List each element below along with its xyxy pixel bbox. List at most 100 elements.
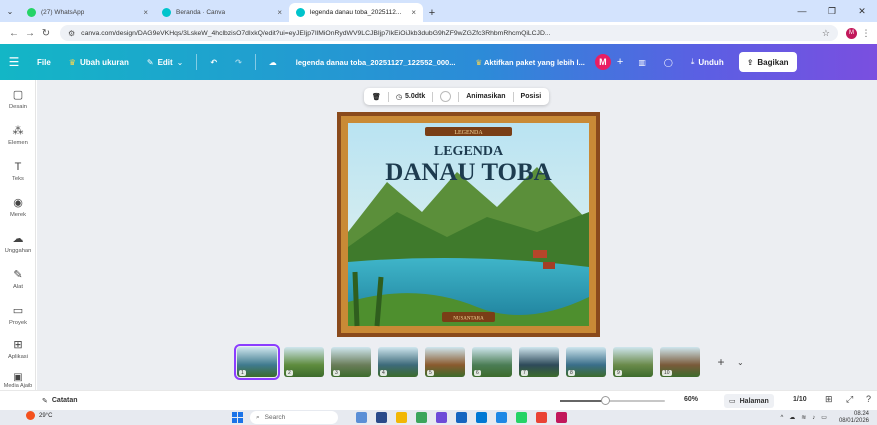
file-explorer-icon[interactable] — [396, 412, 407, 423]
tab-search-icon[interactable]: ⌄ — [0, 0, 20, 22]
chevron-up-icon[interactable]: ^ — [780, 415, 783, 421]
design-artboard[interactable]: LEGENDA LEGENDA DANAU TOBA NUSANTARA — [337, 112, 600, 337]
page-thumbnail[interactable]: 10 — [660, 347, 700, 377]
page-thumbnail[interactable]: 1 — [234, 344, 280, 380]
app-icon[interactable] — [436, 412, 447, 423]
page-thumbnail[interactable]: 8 — [566, 347, 606, 377]
close-tab-icon[interactable]: × — [137, 8, 148, 17]
cloud-icon[interactable]: ☁ — [789, 414, 795, 421]
tab-beranda-canva[interactable]: Beranda · Canva × — [155, 3, 289, 22]
clock[interactable]: 08.24 08/01/2026 — [833, 411, 869, 424]
app-icon[interactable] — [556, 412, 567, 423]
color-swatch-button[interactable] — [440, 91, 452, 102]
notes-button[interactable]: ✎ Catatan — [42, 397, 78, 405]
canva-icon — [296, 8, 305, 17]
page-number: 1 — [239, 370, 246, 376]
url-text[interactable]: canva.com/design/DAG9eVKHqs/3LskeW_4hclb… — [81, 30, 816, 37]
document-title[interactable]: legenda danau toba_20251127_122552_000..… — [286, 58, 466, 67]
share-button[interactable]: ⇪ Bagikan — [738, 52, 797, 72]
add-page-button[interactable]: + — [711, 352, 731, 372]
address-bar-row: ← → ↻ ⚙ canva.com/design/DAG9eVKHqs/3Lsk… — [0, 22, 877, 44]
app-icon[interactable] — [376, 412, 387, 423]
edge-icon[interactable] — [476, 412, 487, 423]
whatsapp-icon[interactable] — [516, 412, 527, 423]
clock-date: 08/01/2026 — [838, 417, 869, 424]
sidebar-item-elemen[interactable]: ⁂ Elemen — [0, 124, 36, 146]
undo-button[interactable]: ↶ — [201, 44, 226, 80]
page-thumbnail[interactable]: 3 — [331, 347, 371, 377]
download-label: Unduh — [698, 57, 724, 67]
sidebar-item-alat[interactable]: ✎ Alat — [0, 268, 36, 290]
url-omnibox[interactable]: ⚙ canva.com/design/DAG9eVKHqs/3LskeW_4hc… — [60, 25, 838, 41]
page-thumbnail[interactable]: 9 — [613, 347, 653, 377]
battery-icon[interactable]: ▭ — [821, 414, 827, 421]
upgrade-promo-button[interactable]: ♛ Aktifkan paket yang lebih l... — [465, 58, 594, 67]
page-thumbnail[interactable]: 5 — [425, 347, 465, 377]
edit-menu-button[interactable]: ✎ Edit ⌄ — [138, 44, 193, 80]
zoom-level[interactable]: 60% — [684, 396, 698, 403]
zoom-slider-handle[interactable] — [601, 396, 611, 405]
redo-button[interactable]: ↷ — [226, 44, 251, 80]
close-tab-icon[interactable]: × — [271, 8, 282, 17]
download-button[interactable]: ⤓ Unduh — [682, 44, 733, 80]
bookmark-star-icon[interactable]: ☆ — [822, 28, 830, 39]
text-icon: T — [14, 161, 22, 173]
chrome-icon[interactable] — [536, 412, 547, 423]
animate-button[interactable]: Animasikan — [466, 93, 505, 100]
fullscreen-icon[interactable]: ⤢ — [846, 394, 853, 405]
duration-button[interactable]: 5.0dtk — [405, 93, 425, 100]
insights-button[interactable]: ▥ — [629, 44, 655, 80]
taskbar-search[interactable]: ⌕ Search — [250, 411, 338, 424]
zoom-slider[interactable] — [560, 396, 665, 405]
sidebar-item-teks[interactable]: T Teks — [0, 160, 36, 182]
grid-view-icon[interactable]: ⊞ — [825, 394, 833, 405]
position-button[interactable]: Posisi — [521, 93, 542, 100]
file-menu-button[interactable]: File — [28, 44, 60, 80]
close-window-icon[interactable]: ✕ — [847, 0, 877, 22]
pages-view-button[interactable]: ▭ Halaman — [724, 394, 774, 408]
menu-icon[interactable]: ☰ — [0, 55, 28, 69]
reload-icon[interactable]: ↻ — [38, 28, 54, 39]
page-thumbnail[interactable]: 6 — [472, 347, 512, 377]
site-info-icon[interactable]: ⚙ — [68, 29, 75, 38]
windows-start-icon[interactable] — [232, 412, 243, 423]
resize-button[interactable]: ♛ Ubah ukuran — [60, 44, 138, 80]
forward-icon[interactable]: → — [22, 28, 38, 39]
minimize-icon[interactable]: — — [787, 0, 817, 22]
maximize-icon[interactable]: ❐ — [817, 0, 847, 22]
cloud-sync-button[interactable]: ☁ — [260, 44, 286, 80]
new-tab-button[interactable]: + — [423, 3, 441, 22]
comment-button[interactable]: ◯ — [655, 44, 682, 80]
back-icon[interactable]: ← — [6, 28, 22, 39]
app-icon[interactable] — [456, 412, 467, 423]
timer-icon[interactable]: ◷ — [396, 93, 402, 101]
promo-label: Aktifkan paket yang lebih l... — [484, 57, 585, 67]
page-thumbnail[interactable]: 2 — [284, 347, 324, 377]
help-icon[interactable]: ? — [866, 394, 871, 404]
wifi-icon[interactable]: ≋ — [801, 414, 806, 421]
app-icon[interactable] — [416, 412, 427, 423]
browser-menu-icon[interactable]: ⋮ — [861, 28, 871, 39]
sidebar-item-unggahan[interactable]: ☁ Unggahan — [0, 232, 36, 254]
sidebar-item-desain[interactable]: ▢ Desain — [0, 88, 36, 110]
chevron-down-icon[interactable]: ⌄ — [737, 358, 744, 367]
sidebar-item-merek[interactable]: ◉ Merek — [0, 196, 36, 218]
sidebar-item-aplikasi[interactable]: ⊞ Aplikasi — [0, 338, 36, 360]
browser-profile-avatar[interactable]: M — [846, 27, 857, 39]
task-view-icon[interactable] — [356, 412, 367, 423]
canva-icon — [162, 8, 171, 17]
tab-whatsapp[interactable]: (27) WhatsApp × — [20, 3, 155, 22]
volume-icon[interactable]: ♪ — [812, 415, 815, 421]
tab-legenda-danau-toba[interactable]: legenda danau toba_2025112... × — [289, 3, 423, 22]
sidebar-item-proyek[interactable]: ▭ Proyek — [0, 304, 36, 326]
weather-widget[interactable]: 29°C — [26, 411, 52, 420]
trash-icon[interactable]: 🗑 — [372, 93, 381, 101]
user-avatar[interactable]: M — [594, 54, 611, 70]
sidebar-item-media-ajaib[interactable]: ▣ Media Ajaib — [0, 372, 36, 389]
page-thumbnail[interactable]: 4 — [378, 347, 418, 377]
close-tab-icon[interactable]: × — [405, 8, 416, 17]
page-thumbnail[interactable]: 7 — [519, 347, 559, 377]
pencil-icon: ✎ — [146, 57, 154, 67]
app-icon[interactable] — [496, 412, 507, 423]
invite-plus-icon[interactable]: + — [611, 56, 629, 68]
